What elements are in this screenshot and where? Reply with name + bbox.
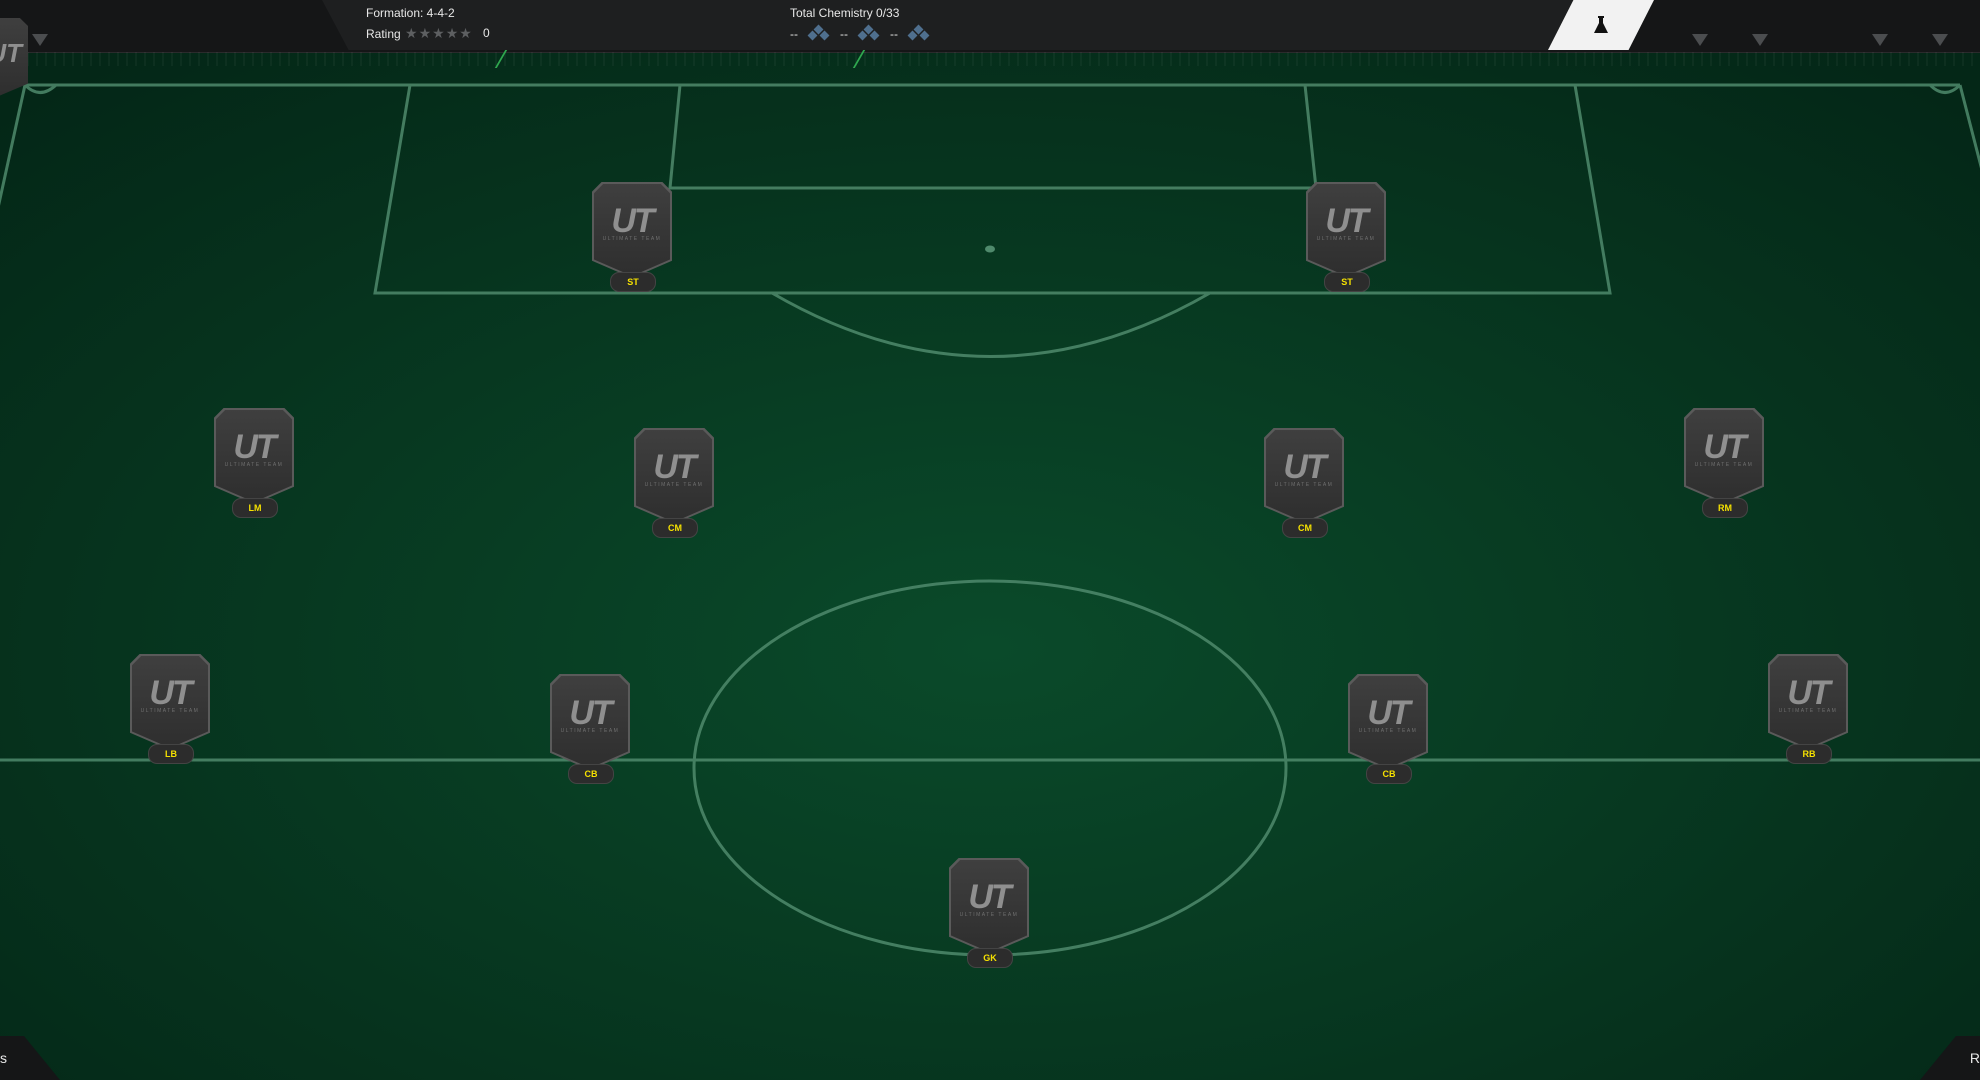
player-slot-rb[interactable]: UT ULTIMATE TEAM RB: [1768, 654, 1848, 764]
ut-logo: UT: [968, 878, 1011, 916]
player-slot-st-left[interactable]: UT ULTIMATE TEAM ST: [592, 182, 672, 292]
position-badge: LM: [232, 498, 278, 518]
ut-logo: UT: [1283, 448, 1326, 486]
star-icon: ★: [432, 25, 446, 41]
position-badge: ST: [610, 272, 656, 292]
ut-subtitle: ULTIMATE TEAM: [602, 236, 662, 242]
position-badge: GK: [967, 948, 1013, 968]
star-icon: ★: [405, 25, 419, 41]
formation-label[interactable]: Formation: 4-4-2: [366, 6, 455, 20]
player-slot-lm[interactable]: UT ULTIMATE TEAM LM: [214, 408, 294, 518]
player-slot-lb[interactable]: UT ULTIMATE TEAM LB: [130, 654, 210, 764]
rating-stars: ★★★★★: [405, 25, 473, 42]
ut-subtitle: ULTIMATE TEAM: [140, 708, 200, 714]
ut-subtitle: ULTIMATE TEAM: [224, 462, 284, 468]
ut-logo: UT: [1325, 202, 1368, 240]
ut-logo: UT: [611, 202, 654, 240]
player-slot-cm-left[interactable]: UT ULTIMATE TEAM CM: [634, 428, 714, 538]
ut-subtitle: ULTIMATE TEAM: [1778, 708, 1838, 714]
player-slot-cb-right[interactable]: UT ULTIMATE TEAM CB: [1348, 674, 1428, 784]
ut-logo: UT: [149, 674, 192, 712]
chemistry-label: Total Chemistry 0/33: [790, 6, 900, 20]
flask-icon: [1594, 16, 1608, 33]
ut-logo: UT: [653, 448, 696, 486]
star-icon: ★: [418, 25, 433, 41]
squad-info-panel: [322, 0, 1652, 50]
dropdown-triangle-icon[interactable]: [1932, 34, 1948, 46]
player-slot-cb-left[interactable]: UT ULTIMATE TEAM CB: [550, 674, 630, 784]
player-slot-rm[interactable]: UT ULTIMATE TEAM RM: [1684, 408, 1764, 518]
ut-subtitle: ULTIMATE TEAM: [1316, 236, 1376, 242]
ut-logo: UT: [1787, 674, 1830, 712]
chemistry-diamond-icon: [907, 24, 930, 42]
player-slot-st-right[interactable]: UT ULTIMATE TEAM ST: [1306, 182, 1386, 292]
star-icon: ★: [445, 25, 460, 41]
ut-logo: UT: [1367, 694, 1410, 732]
ut-subtitle: ULTIMATE TEAM: [560, 728, 620, 734]
ut-subtitle: ULTIMATE TEAM: [1694, 462, 1754, 468]
ut-subtitle: ULTIMATE TEAM: [1274, 482, 1334, 488]
ut-subtitle: ULTIMATE TEAM: [644, 482, 704, 488]
dropdown-triangle-icon[interactable]: [1752, 34, 1768, 46]
bottom-right-label: R: [1969, 1050, 1980, 1066]
dropdown-triangle-icon[interactable]: [32, 34, 48, 46]
player-slot-cm-right[interactable]: UT ULTIMATE TEAM CM: [1264, 428, 1344, 538]
ut-logo: UT: [569, 694, 612, 732]
position-badge: CM: [652, 518, 698, 538]
chemistry-slot-value: --: [890, 27, 898, 41]
position-badge: CB: [1366, 764, 1412, 784]
ut-subtitle: ULTIMATE TEAM: [1358, 728, 1418, 734]
dropdown-triangle-icon[interactable]: [1692, 34, 1708, 46]
ut-subtitle: ULTIMATE TEAM: [959, 912, 1019, 918]
rating-value: 0: [483, 26, 490, 40]
position-badge: CM: [1282, 518, 1328, 538]
position-badge: CB: [568, 764, 614, 784]
chemistry-row: -- -- --: [790, 24, 930, 42]
chemistry-slot-value: --: [790, 27, 798, 41]
chemistry-diamond-icon: [807, 24, 830, 42]
position-badge: RB: [1786, 744, 1832, 764]
position-badge: RM: [1702, 498, 1748, 518]
chemistry-diamond-icon: [857, 24, 880, 42]
star-icon: ★: [459, 25, 473, 41]
dropdown-triangle-icon[interactable]: [1872, 34, 1888, 46]
ut-logo: UT: [1703, 428, 1746, 466]
player-slot-gk[interactable]: UT ULTIMATE TEAM GK: [949, 858, 1029, 968]
position-badge: LB: [148, 744, 194, 764]
ut-logo: UT: [233, 428, 276, 466]
bottom-left-label: s: [0, 1050, 7, 1066]
position-badge: ST: [1324, 272, 1370, 292]
chemistry-slot-value: --: [840, 27, 848, 41]
rating-label: Rating: [366, 27, 401, 41]
